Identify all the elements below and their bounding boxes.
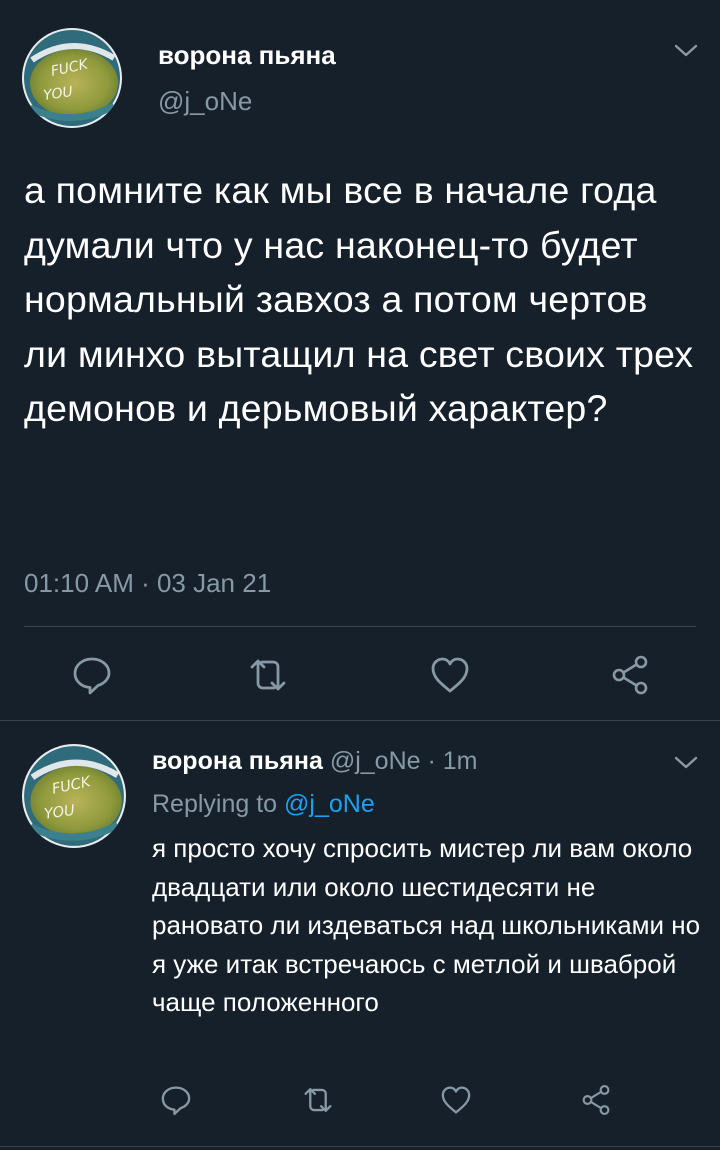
- reply-like-button[interactable]: [436, 1080, 476, 1120]
- reply-icon: [161, 1086, 191, 1116]
- chevron-down-icon[interactable]: [672, 40, 700, 60]
- reply-time[interactable]: 1m: [443, 747, 478, 775]
- section-divider: [0, 720, 720, 721]
- heart-icon: [431, 657, 469, 693]
- tweet-timestamp[interactable]: 01:10 AM · 03 Jan 21: [24, 568, 271, 599]
- reply-handle[interactable]: @j_oNe: [330, 747, 421, 775]
- display-name[interactable]: ворона пьяна: [158, 40, 336, 71]
- chevron-down-icon[interactable]: [672, 752, 700, 772]
- reply-display-name[interactable]: ворона пьяна: [152, 747, 323, 775]
- reply-text: я просто хочу спросить мистер ли вам око…: [152, 833, 701, 1017]
- share-icon: [612, 655, 648, 695]
- reply-retweet-button[interactable]: [298, 1080, 338, 1120]
- reply-avatar-image: FUCK YOU: [22, 744, 126, 848]
- tweet-text: а помните как мы все в начале года думал…: [24, 169, 694, 429]
- reply-avatar[interactable]: FUCK YOU: [22, 744, 126, 848]
- heart-icon: [441, 1086, 471, 1114]
- share-button[interactable]: [602, 650, 658, 700]
- bottom-divider: [0, 1146, 720, 1147]
- replying-to-label: Replying to: [152, 790, 278, 818]
- divider: [24, 626, 696, 627]
- user-handle[interactable]: @j_oNe: [158, 86, 252, 117]
- reply-button[interactable]: [64, 650, 120, 700]
- reply-reply-button[interactable]: [156, 1080, 196, 1120]
- replying-to: Replying to @j_oNe: [152, 790, 375, 819]
- avatar[interactable]: FUCK YOU: [22, 28, 122, 128]
- retweet-icon: [250, 659, 286, 691]
- replying-to-handle[interactable]: @j_oNe: [284, 790, 375, 818]
- time-separator: ·: [427, 747, 436, 775]
- reply-header: ворона пьяна @j_oNe · 1m: [152, 747, 478, 776]
- reply-icon: [73, 657, 111, 695]
- share-icon: [582, 1085, 610, 1115]
- avatar-image: FUCK YOU: [22, 28, 122, 128]
- retweet-icon: [304, 1088, 332, 1112]
- retweet-button[interactable]: [240, 650, 296, 700]
- like-button[interactable]: [422, 650, 478, 700]
- reply-share-button[interactable]: [576, 1080, 616, 1120]
